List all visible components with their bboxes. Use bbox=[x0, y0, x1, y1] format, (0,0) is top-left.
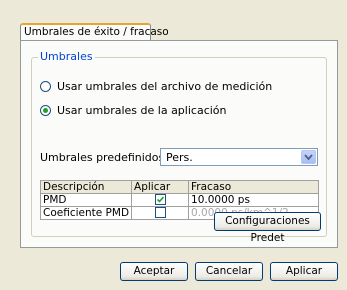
row-description: Coeficiente PMD bbox=[39, 206, 133, 220]
col-header-failure: Fracaso bbox=[188, 180, 319, 194]
chevron-down-icon[interactable] bbox=[301, 150, 316, 164]
preset-config-button[interactable]: Configuraciones Predet bbox=[214, 212, 321, 244]
row-failure-input[interactable]: 10.0000 ps bbox=[188, 193, 319, 207]
table-row: PMD 10.0000 ps bbox=[39, 193, 319, 207]
tab-panel: Umbrales Usar umbrales del archivo de me… bbox=[20, 40, 338, 248]
radio-file-label: Usar umbrales del archivo de medición bbox=[57, 80, 273, 93]
checkmark-icon bbox=[156, 196, 164, 203]
radio-app-thresholds[interactable]: Usar umbrales de la aplicación bbox=[40, 104, 227, 117]
row-apply-cell bbox=[131, 193, 190, 207]
row-description: PMD bbox=[39, 193, 133, 207]
apply-checkbox[interactable] bbox=[154, 207, 166, 219]
presets-label: Umbrales predefinidos: bbox=[40, 151, 168, 164]
radio-app-indicator[interactable] bbox=[40, 105, 51, 116]
radio-file-thresholds[interactable]: Usar umbrales del archivo de medición bbox=[40, 80, 272, 93]
presets-dropdown[interactable]: Pers. bbox=[160, 148, 318, 166]
cancel-button[interactable]: Cancelar bbox=[195, 262, 263, 281]
apply-checkbox[interactable] bbox=[154, 194, 166, 206]
tab-thresholds[interactable]: Umbrales de éxito / fracaso bbox=[20, 23, 169, 41]
row-apply-cell bbox=[131, 206, 190, 220]
col-header-apply: Aplicar bbox=[131, 180, 190, 194]
thresholds-group: Umbrales Usar umbrales del archivo de me… bbox=[31, 50, 327, 244]
apply-button[interactable]: Aplicar bbox=[270, 262, 338, 281]
radio-app-label: Usar umbrales de la aplicación bbox=[57, 104, 227, 117]
group-title: Umbrales bbox=[38, 50, 95, 64]
presets-value: Pers. bbox=[166, 151, 193, 164]
col-header-description: Descripción bbox=[39, 180, 133, 194]
table-header-row: Descripción Aplicar Fracaso bbox=[39, 180, 319, 194]
accept-button[interactable]: Aceptar bbox=[120, 262, 188, 281]
radio-file-indicator[interactable] bbox=[40, 81, 51, 92]
